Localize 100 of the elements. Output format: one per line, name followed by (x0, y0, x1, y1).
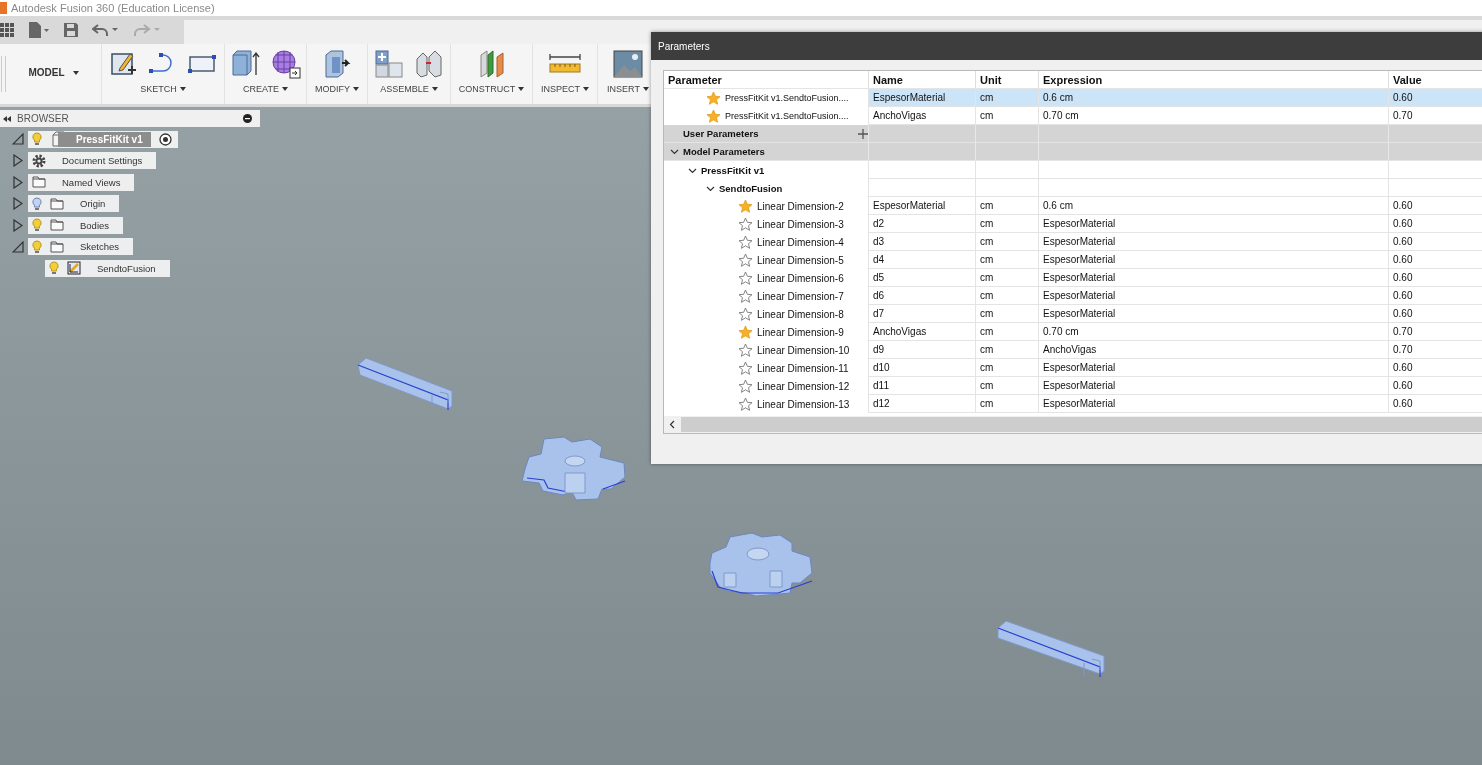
lightbulb-icon[interactable] (32, 132, 42, 146)
sketch-icon (67, 261, 81, 275)
group-label: User Parameters (683, 128, 759, 139)
star-outline-icon[interactable] (738, 288, 753, 304)
table-cell: EspesorMaterial (1039, 395, 1389, 413)
table-cell: cm (976, 89, 1039, 107)
node-label: Sketches (79, 241, 121, 252)
grid-icon[interactable] (0, 23, 14, 37)
star-icon[interactable] (738, 198, 753, 214)
ribbon-group-dropdown[interactable]: SKETCH (140, 84, 186, 94)
lightbulb-icon[interactable] (32, 239, 42, 254)
table-cell: EspesorMaterial (1039, 251, 1389, 269)
collapse-arrow-icon[interactable] (12, 133, 24, 145)
browser-node[interactable]: Origin (28, 195, 120, 212)
star-outline-icon[interactable] (738, 342, 753, 358)
scroll-left-icon[interactable] (669, 420, 675, 429)
radio-icon[interactable] (158, 132, 172, 146)
browser-node[interactable]: Named Views (28, 173, 135, 191)
table-cell: 0.70 (1389, 341, 1482, 359)
expand-arrow-icon[interactable] (13, 175, 23, 189)
joint-icon[interactable] (414, 49, 444, 79)
rectangle-icon[interactable] (188, 54, 216, 74)
star-outline-icon[interactable] (738, 306, 753, 322)
table-cell: 0.60 (1389, 269, 1482, 287)
ribbon-group-dropdown[interactable]: CREATE (243, 84, 288, 94)
expand-arrow-icon[interactable] (13, 197, 23, 210)
star-outline-icon[interactable] (738, 216, 753, 232)
browser-node[interactable]: Document Settings (28, 152, 157, 169)
table-row[interactable]: PressFitKit v1.SendtoFusion.... EspesorMaterial cm 0.6 cm 0.60 (664, 89, 1482, 107)
table-cell: cm (976, 323, 1039, 341)
group-label: PressFitKit v1 (701, 164, 765, 176)
press-pull-icon[interactable] (322, 49, 352, 79)
table-cell (976, 125, 1039, 143)
table-cell (976, 179, 1039, 197)
collapse-arrow-icon[interactable] (12, 240, 24, 253)
save-icon[interactable] (64, 23, 78, 37)
table-cell: EspesorMaterial (869, 197, 976, 215)
mesh-sphere-icon[interactable] (270, 49, 301, 79)
extrude-box-icon[interactable] (230, 49, 261, 79)
star-outline-icon[interactable] (738, 270, 753, 286)
parameter-label: PressFitKit v1.SendtoFusion.... (725, 93, 849, 103)
table-cell: 0.60 (1389, 377, 1482, 395)
star-icon[interactable] (738, 324, 753, 340)
table-cell: d7 (869, 305, 976, 323)
star-icon[interactable] (706, 108, 721, 124)
star-icon[interactable] (706, 90, 721, 106)
node-label: Origin (79, 198, 107, 209)
parameter-label: Linear Dimension-7 (757, 290, 844, 302)
ribbon-group-dropdown[interactable]: CONSTRUCT (458, 84, 525, 94)
table-cell: 0.60 (1389, 287, 1482, 305)
parameter-label: Linear Dimension-3 (757, 218, 844, 230)
folder-icon (32, 176, 46, 188)
cubes-icon[interactable] (374, 49, 404, 79)
parameter-label: PressFitKit v1.SendtoFusion.... (725, 111, 849, 121)
browser-node[interactable]: SendtoFusion (45, 259, 170, 277)
parameter-label: Linear Dimension-2 (757, 200, 844, 212)
sketch-create-icon[interactable] (110, 50, 138, 78)
file-icon[interactable] (28, 22, 50, 38)
expand-arrow-icon[interactable] (13, 218, 23, 232)
group-label: Model Parameters (683, 146, 765, 157)
collapse-panel-icon[interactable] (3, 115, 11, 122)
ruler-icon[interactable] (548, 53, 582, 75)
add-icon[interactable] (858, 128, 868, 139)
chevron-down-icon[interactable] (670, 147, 679, 156)
table-cell: d5 (869, 269, 976, 287)
table-cell: cm (976, 305, 1039, 323)
star-outline-icon[interactable] (738, 234, 753, 250)
parameter-label: Linear Dimension-4 (757, 236, 844, 248)
dialog-title: Parameters (658, 40, 710, 52)
star-outline-icon[interactable] (738, 360, 753, 376)
group-label: SendtoFusion (719, 182, 783, 194)
lightbulb-icon[interactable] (49, 261, 59, 275)
undo-icon[interactable] (92, 23, 120, 37)
browser-node[interactable]: Sketches (28, 238, 134, 255)
app-icon (0, 2, 7, 14)
table-cell: d9 (869, 341, 976, 359)
table-cell: cm (976, 251, 1039, 269)
table-cell: 0.60 (1389, 305, 1482, 323)
table-cell: 0.60 (1389, 395, 1482, 413)
star-outline-icon[interactable] (738, 252, 753, 268)
lightbulb-icon[interactable] (32, 196, 42, 211)
workspace-dropdown[interactable]: MODEL (6, 44, 102, 104)
star-outline-icon[interactable] (738, 396, 753, 412)
parameter-label: Linear Dimension-10 (757, 344, 850, 356)
minus-icon[interactable] (243, 114, 252, 123)
table-cell: cm (976, 287, 1039, 305)
lightbulb-icon[interactable] (32, 218, 42, 232)
table-cell: cm (976, 341, 1039, 359)
table-cell: cm (976, 233, 1039, 251)
ribbon-group-dropdown[interactable]: ASSEMBLE (380, 84, 438, 94)
table-cell: EspesorMaterial (1039, 233, 1389, 251)
ribbon-group-dropdown[interactable]: MODIFY (315, 84, 359, 94)
table-cell: cm (976, 215, 1039, 233)
image-icon[interactable] (613, 49, 643, 79)
horizontal-scrollbar[interactable] (664, 416, 1482, 433)
expand-arrow-icon[interactable] (13, 154, 23, 167)
star-outline-icon[interactable] (738, 378, 753, 394)
ribbon-group-dropdown[interactable]: INSPECT (541, 84, 589, 94)
browser-node[interactable]: Bodies (28, 216, 124, 234)
table-cell: cm (976, 377, 1039, 395)
